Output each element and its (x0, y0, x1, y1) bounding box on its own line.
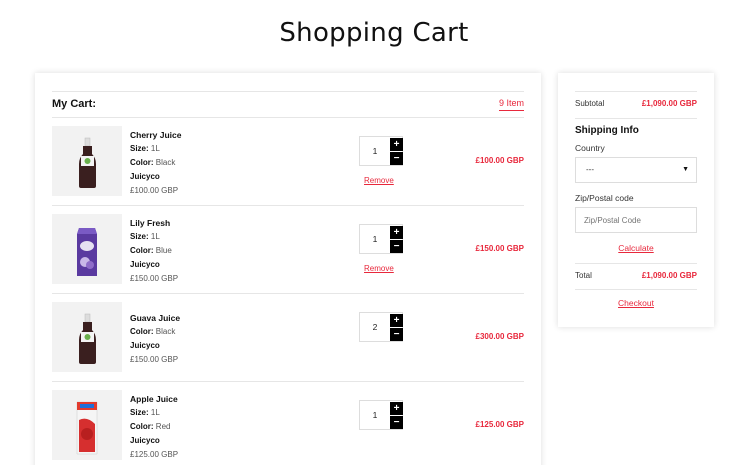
unit-price: £150.00 GBP (130, 274, 179, 283)
bottle-dark-icon (79, 137, 96, 188)
country-select[interactable]: --- ▼ (575, 157, 697, 183)
increase-quantity-button[interactable]: + (390, 138, 403, 151)
quantity-value[interactable]: 2 (360, 313, 390, 341)
quantity-stepper: 2 + − (359, 312, 403, 342)
product-name[interactable]: Guava Juice (130, 311, 180, 325)
decrease-quantity-button[interactable]: − (390, 152, 403, 165)
cart-item-lily-fresh: Lily Fresh Size: 1L Color: Blue Juicyco … (52, 206, 524, 294)
brand-name: Juicyco (130, 172, 160, 181)
unit-price: £125.00 GBP (130, 450, 179, 459)
page-title: Shopping Cart (279, 18, 469, 48)
size-value: 1L (150, 408, 160, 417)
color-value: Red (155, 422, 171, 431)
color-label: Color: (130, 158, 154, 167)
product-info: Guava Juice Color: Black Juicyco £150.00… (130, 311, 180, 367)
quantity-stepper: 1 + − (359, 224, 403, 254)
line-total: £125.00 GBP (475, 420, 524, 429)
size-value: 1L (150, 144, 160, 153)
remove-button[interactable]: Remove (364, 176, 394, 185)
cart-item-cherry-juice: Cherry Juice Size: 1L Color: Black Juicy… (52, 118, 524, 206)
subtotal-value: £1,090.00 GBP (641, 99, 697, 108)
country-selected-value: --- (586, 165, 594, 174)
unit-price: £100.00 GBP (130, 186, 179, 195)
divider (575, 263, 697, 264)
decrease-quantity-button[interactable]: − (390, 328, 403, 341)
unit-price: £150.00 GBP (130, 355, 179, 364)
color-value: Black (155, 327, 176, 336)
divider (575, 289, 697, 290)
brand-name: Juicyco (130, 341, 160, 350)
product-info: Apple Juice Size: 1L Color: Red Juicyco … (130, 392, 178, 462)
quantity-stepper: 1 + − (359, 400, 403, 430)
bottle-dark-icon (79, 313, 96, 364)
line-total: £150.00 GBP (475, 244, 524, 253)
order-summary-panel: Subtotal £1,090.00 GBP Shipping Info Cou… (558, 73, 714, 327)
increase-quantity-button[interactable]: + (390, 226, 403, 239)
divider (575, 118, 697, 119)
product-name[interactable]: Apple Juice (130, 392, 178, 406)
brand-name: Juicyco (130, 260, 160, 269)
color-value: Black (155, 158, 176, 167)
cart-panel: My Cart: 9 Item Cherry Juice Size: 1L Co… (35, 73, 541, 465)
product-image[interactable] (52, 214, 122, 284)
product-image[interactable] (52, 126, 122, 196)
zip-postal-code-input[interactable] (575, 207, 697, 233)
cart-item-guava-juice: Guava Juice Color: Black Juicyco £150.00… (52, 294, 524, 382)
line-total: £100.00 GBP (475, 156, 524, 165)
size-value: 1L (150, 232, 160, 241)
size-label: Size: (130, 232, 149, 241)
cart-title: My Cart: (52, 98, 97, 110)
carton-red-icon (76, 401, 98, 455)
product-info: Lily Fresh Size: 1L Color: Blue Juicyco … (130, 216, 178, 286)
product-name[interactable]: Lily Fresh (130, 216, 178, 230)
carton-purple-icon (77, 228, 97, 276)
quantity-value[interactable]: 1 (360, 225, 390, 253)
quantity-value[interactable]: 1 (360, 401, 390, 429)
cart-item-apple-juice: Apple Juice Size: 1L Color: Red Juicyco … (52, 382, 524, 465)
color-value: Blue (155, 246, 172, 255)
size-label: Size: (130, 408, 149, 417)
total-label: Total (575, 271, 592, 280)
caret-down-icon: ▼ (682, 166, 689, 173)
remove-button[interactable]: Remove (364, 264, 394, 273)
quantity-stepper: 1 + − (359, 136, 403, 166)
increase-quantity-button[interactable]: + (390, 314, 403, 327)
calculate-button[interactable]: Calculate (558, 243, 714, 253)
total-value: £1,090.00 GBP (641, 271, 697, 280)
product-image[interactable] (52, 390, 122, 460)
product-name[interactable]: Cherry Juice (130, 128, 182, 142)
increase-quantity-button[interactable]: + (390, 402, 403, 415)
item-count-link[interactable]: 9 Item (498, 98, 524, 111)
quantity-value[interactable]: 1 (360, 137, 390, 165)
color-label: Color: (130, 246, 154, 255)
line-total: £300.00 GBP (475, 332, 524, 341)
color-label: Color: (130, 327, 154, 336)
brand-name: Juicyco (130, 436, 160, 445)
cart-header: My Cart: 9 Item (52, 91, 524, 118)
color-label: Color: (130, 422, 154, 431)
checkout-button[interactable]: Checkout (558, 298, 714, 308)
decrease-quantity-button[interactable]: − (390, 416, 403, 429)
divider (575, 91, 697, 92)
shipping-info-title: Shipping Info (575, 125, 639, 136)
size-label: Size: (130, 144, 149, 153)
product-image[interactable] (52, 302, 122, 372)
product-info: Cherry Juice Size: 1L Color: Black Juicy… (130, 128, 182, 198)
country-label: Country (575, 143, 605, 153)
zip-label: Zip/Postal code (575, 193, 634, 203)
subtotal-label: Subtotal (575, 99, 605, 108)
decrease-quantity-button[interactable]: − (390, 240, 403, 253)
